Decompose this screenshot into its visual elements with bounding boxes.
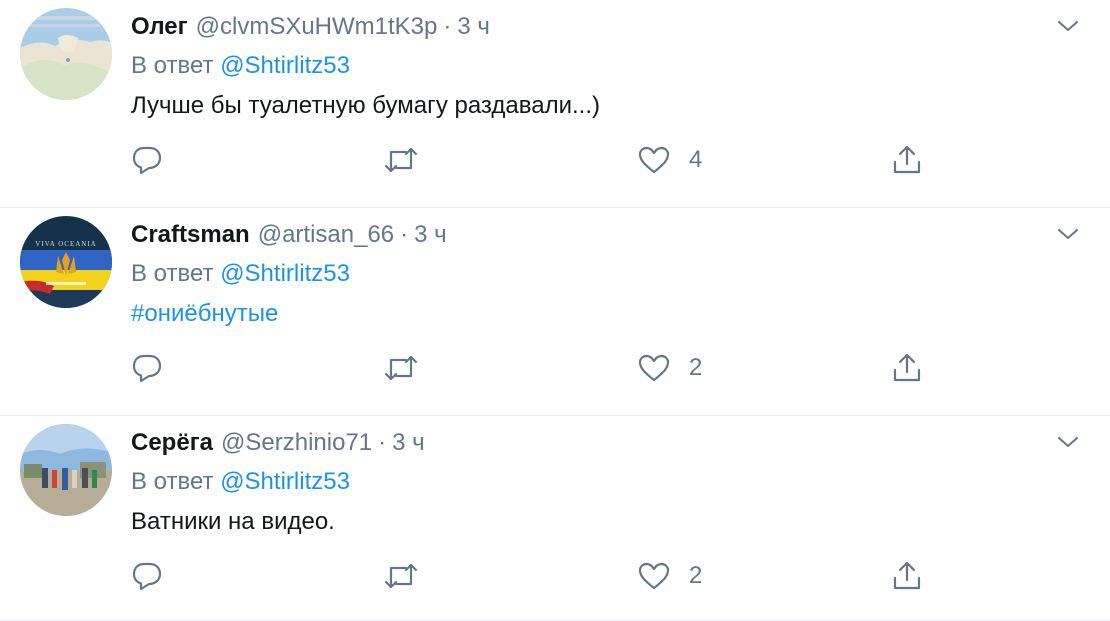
tweet[interactable]: VIVA OCEANIA Craftsman @artisan_66 · 3 ч В … — [0, 208, 1110, 416]
share-icon — [893, 353, 921, 382]
author-name[interactable]: Олег — [131, 13, 188, 40]
tweet-header: Craftsman @artisan_66 · 3 ч — [131, 216, 1090, 254]
author-name[interactable]: Серёга — [131, 429, 213, 456]
reply-icon — [132, 562, 162, 591]
retweet-button[interactable] — [383, 136, 419, 184]
flag-avatar-image — [20, 216, 112, 308]
share-button[interactable] — [891, 552, 923, 600]
chevron-down-icon[interactable] — [1056, 430, 1080, 454]
share-icon — [893, 145, 921, 174]
reply-button[interactable] — [131, 344, 163, 392]
author-handle[interactable]: @Serzhinio71 — [221, 429, 372, 456]
avatar-caption: VIVA OCEANIA — [35, 240, 97, 248]
heart-icon — [638, 146, 670, 174]
retweet-icon — [384, 563, 418, 589]
author-handle[interactable]: @artisan_66 — [258, 221, 394, 248]
avatar[interactable] — [20, 424, 112, 516]
reply-context: В ответ @Shtirlitz53 — [131, 46, 1090, 86]
tweet-text: Лучше бы туалетную бумагу раздавали...) — [131, 92, 600, 119]
avatar[interactable] — [20, 8, 112, 100]
reply-button[interactable] — [131, 552, 163, 600]
share-button[interactable] — [891, 136, 923, 184]
share-button[interactable] — [891, 344, 923, 392]
like-count: 2 — [689, 562, 703, 589]
retweet-icon — [384, 147, 418, 173]
tweet-header: Серёга @Serzhinio71 · 3 ч — [131, 424, 1090, 462]
tweet-actions: 2 — [131, 552, 1091, 600]
like-button[interactable]: 4 — [637, 136, 702, 184]
hashtag-link[interactable]: #ониёбнутые — [131, 294, 1090, 334]
separator: · — [378, 429, 387, 456]
like-count: 2 — [689, 354, 703, 381]
reply-context: В ответ @Shtirlitz53 — [131, 462, 1090, 502]
reply-icon — [132, 146, 162, 175]
like-button[interactable]: 2 — [637, 552, 702, 600]
reply-prefix: В ответ — [131, 52, 214, 79]
reply-icon — [132, 354, 162, 383]
tweet[interactable]: Серёга @Serzhinio71 · 3 ч В ответ @Shtirlit… — [0, 416, 1110, 621]
tweet-text: Ватники на видео. — [131, 508, 335, 535]
tweet[interactable]: Олег @clvmSXuHWm1tK3p · 3 ч В ответ @Shtirl… — [0, 0, 1110, 208]
like-count: 4 — [689, 146, 703, 173]
reply-mention-link[interactable]: @Shtirlitz53 — [220, 260, 350, 287]
reply-mention-link[interactable]: @Shtirlitz53 — [220, 52, 350, 79]
timestamp[interactable]: 3 ч — [392, 429, 425, 456]
author-handle[interactable]: @clvmSXuHWm1tK3p — [196, 13, 438, 40]
chevron-down-icon[interactable] — [1056, 14, 1080, 38]
map-avatar-image — [20, 8, 112, 100]
tweet-header: Олег @clvmSXuHWm1tK3p · 3 ч — [131, 8, 1090, 46]
retweet-button[interactable] — [383, 344, 419, 392]
tweet-actions: 4 — [131, 136, 1091, 184]
heart-icon — [638, 562, 670, 590]
retweet-button[interactable] — [383, 552, 419, 600]
reply-prefix: В ответ — [131, 468, 214, 495]
reply-context: В ответ @Shtirlitz53 — [131, 254, 1090, 294]
tweet-actions: 2 — [131, 344, 1091, 392]
retweet-icon — [384, 355, 418, 381]
author-name[interactable]: Craftsman — [131, 221, 250, 248]
crowd-photo-avatar-image — [20, 424, 112, 516]
timestamp[interactable]: 3 ч — [457, 13, 490, 40]
separator: · — [400, 221, 409, 248]
avatar[interactable]: VIVA OCEANIA — [20, 216, 112, 308]
share-icon — [893, 561, 921, 590]
reply-mention-link[interactable]: @Shtirlitz53 — [220, 468, 350, 495]
like-button[interactable]: 2 — [637, 344, 702, 392]
tweet-replies-feed: Олег @clvmSXuHWm1tK3p · 3 ч В ответ @Shtirl… — [0, 0, 1110, 621]
reply-button[interactable] — [131, 136, 163, 184]
heart-icon — [638, 354, 670, 382]
chevron-down-icon[interactable] — [1056, 222, 1080, 246]
separator: · — [443, 13, 452, 40]
timestamp[interactable]: 3 ч — [414, 221, 447, 248]
reply-prefix: В ответ — [131, 260, 214, 287]
